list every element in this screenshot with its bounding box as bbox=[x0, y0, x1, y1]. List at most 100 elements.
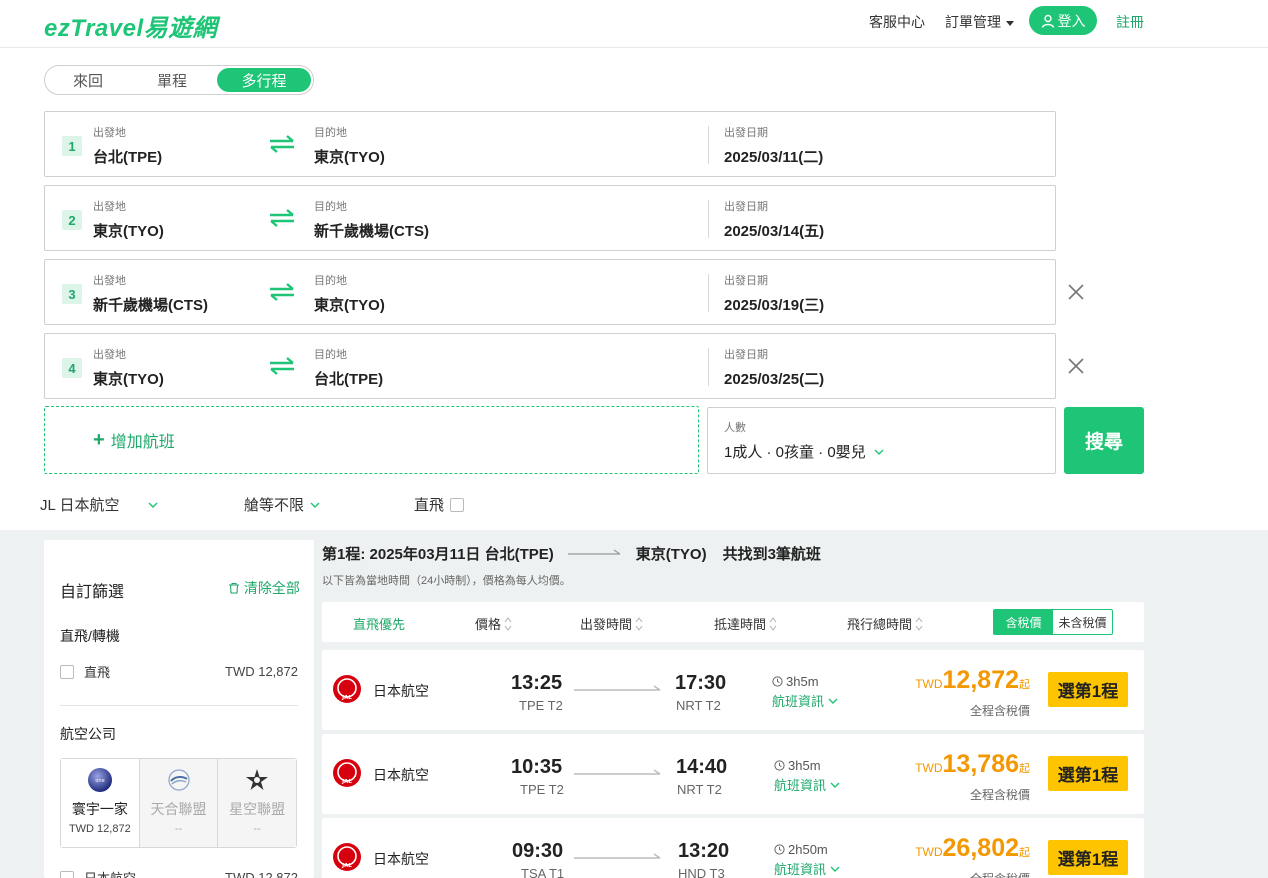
flight-info-label: 航班資訊 bbox=[774, 778, 827, 793]
duration: 2h50m bbox=[774, 842, 828, 857]
swap-icon[interactable] bbox=[269, 134, 295, 154]
swap-icon[interactable] bbox=[269, 356, 295, 376]
svg-text:JAL: JAL bbox=[341, 863, 352, 869]
flight-info-toggle[interactable]: 航班資訊 bbox=[772, 691, 838, 710]
departure-terminal: TSA T1 bbox=[521, 866, 565, 878]
order-management-menu[interactable]: 訂單管理 bbox=[945, 12, 1014, 32]
to-field[interactable]: 東京(TYO) bbox=[314, 294, 385, 315]
clear-all-button[interactable]: 清除全部 bbox=[228, 578, 300, 598]
sort-departure[interactable]: 出發時間 bbox=[580, 614, 643, 633]
flight-arrow-icon bbox=[574, 769, 661, 775]
date-field[interactable]: 2025/03/25(二) bbox=[724, 368, 824, 389]
alliance-price: -- bbox=[174, 823, 183, 835]
date-field[interactable]: 2025/03/19(三) bbox=[724, 294, 824, 315]
airline-filter-value: JL 日本航空 bbox=[40, 497, 120, 514]
flight-info-toggle[interactable]: 航班資訊 bbox=[774, 859, 840, 878]
leg-title: 第1程: 2025年03月11日 台北(TPE) 東京(TYO) 共找到3筆航班 bbox=[322, 543, 821, 564]
date-label: 出發日期 bbox=[724, 349, 768, 361]
sort-total-duration[interactable]: 飛行總時間 bbox=[847, 614, 923, 633]
tax-excluded-option[interactable]: 未含稅價 bbox=[1053, 610, 1112, 634]
select-leg-button[interactable]: 選第1程 bbox=[1048, 756, 1128, 791]
direct-checkbox[interactable] bbox=[450, 497, 465, 512]
price-note: 全程含稅價 bbox=[969, 788, 1030, 802]
tax-included-option[interactable]: 含稅價 bbox=[994, 610, 1053, 634]
direct-filter[interactable]: 直飛 bbox=[414, 494, 465, 515]
customer-service-link[interactable]: 客服中心 bbox=[869, 12, 925, 32]
alliance-skyteam[interactable]: 天合聯盟 -- bbox=[139, 759, 219, 847]
duration-value: 2h50m bbox=[788, 842, 828, 857]
duration: 3h5m bbox=[772, 674, 819, 689]
to-field[interactable]: 台北(TPE) bbox=[314, 368, 383, 389]
tab-multi-city[interactable]: 多行程 bbox=[217, 68, 311, 92]
to-field[interactable]: 新千歲機場(CTS) bbox=[314, 220, 429, 241]
tab-one-way[interactable]: 單程 bbox=[131, 68, 213, 92]
leg-title-destination: 東京(TYO) bbox=[635, 546, 707, 563]
cabin-filter-dropdown[interactable]: 艙等不限 bbox=[244, 494, 320, 515]
price-amount: 26,802 bbox=[942, 834, 1019, 862]
sort-total-label: 飛行總時間 bbox=[847, 617, 913, 632]
alliance-name: 星空聯盟 bbox=[229, 801, 286, 817]
select-leg-button[interactable]: 選第1程 bbox=[1048, 840, 1128, 875]
add-leg-button[interactable]: + 增加航班 bbox=[44, 406, 699, 474]
register-link[interactable]: 註冊 bbox=[1116, 12, 1144, 32]
remove-leg-3-close-icon[interactable] bbox=[1066, 282, 1086, 302]
duration: 3h5m bbox=[774, 758, 821, 773]
chevron-down-icon bbox=[830, 782, 840, 788]
chevron-down-icon bbox=[874, 449, 884, 455]
arrival-time: 14:40 bbox=[676, 756, 728, 778]
sort-price-label: 價格 bbox=[475, 617, 502, 632]
price-amount: 13,786 bbox=[942, 750, 1019, 778]
flight-arrow-icon bbox=[574, 685, 661, 691]
airline-filter-row[interactable]: 日本航空 TWD 12,872 bbox=[60, 868, 298, 878]
alliance-oneworld[interactable]: one 寰宇一家 TWD 12,872 bbox=[61, 759, 140, 847]
direct-filter-row[interactable]: 直飛 TWD 12,872 bbox=[60, 662, 298, 681]
from-field[interactable]: 新千歲機場(CTS) bbox=[93, 294, 208, 315]
passenger-selector[interactable]: 人數 1成人 · 0孩童 · 0嬰兒 bbox=[707, 407, 1056, 474]
flight-info-toggle[interactable]: 航班資訊 bbox=[774, 775, 840, 794]
departure-time: 09:30 bbox=[512, 840, 564, 862]
from-field[interactable]: 台北(TPE) bbox=[93, 146, 162, 167]
divider bbox=[708, 274, 709, 312]
swap-icon[interactable] bbox=[269, 282, 295, 302]
from-field[interactable]: 東京(TYO) bbox=[93, 368, 164, 389]
airline-filter-dropdown[interactable]: JL 日本航空 bbox=[40, 494, 158, 515]
chevron-down-icon bbox=[310, 502, 320, 508]
date-label: 出發日期 bbox=[724, 201, 768, 213]
currency: TWD bbox=[915, 845, 943, 859]
flight-card: JAL 日本航空 10:35 TPE T2 14:40 NRT T2 3h5m … bbox=[322, 734, 1144, 814]
sort-price[interactable]: 價格 bbox=[475, 614, 512, 633]
alliance-name: 寰宇一家 bbox=[71, 801, 128, 817]
sort-icon bbox=[915, 616, 923, 631]
from-label: 出發地 bbox=[93, 127, 126, 139]
login-button[interactable]: 登入 bbox=[1029, 6, 1097, 35]
direct-checkbox[interactable] bbox=[60, 664, 74, 679]
site-logo[interactable]: ezTravel易遊網 bbox=[44, 8, 217, 43]
arrow-right-icon bbox=[567, 549, 621, 555]
search-button[interactable]: 搜尋 bbox=[1064, 407, 1144, 474]
date-field[interactable]: 2025/03/11(二) bbox=[724, 146, 823, 167]
select-leg-button[interactable]: 選第1程 bbox=[1048, 672, 1128, 707]
site-header: ezTravel易遊網 客服中心 訂單管理 登入 註冊 bbox=[0, 0, 1268, 48]
to-field[interactable]: 東京(TYO) bbox=[314, 146, 385, 167]
tab-round-trip[interactable]: 來回 bbox=[47, 68, 129, 92]
swap-icon[interactable] bbox=[269, 208, 295, 228]
sort-arrival[interactable]: 抵達時間 bbox=[714, 614, 777, 633]
from-label: 出發地 bbox=[93, 201, 126, 213]
order-management-label: 訂單管理 bbox=[945, 14, 1001, 30]
star-alliance-logo-icon bbox=[246, 769, 269, 790]
date-label: 出發日期 bbox=[724, 127, 768, 139]
airline-checkbox[interactable] bbox=[60, 870, 74, 878]
trash-icon bbox=[229, 582, 239, 594]
section-airline: 航空公司 bbox=[60, 726, 116, 742]
chevron-down-icon bbox=[148, 502, 158, 508]
leg-row-1: 1 出發地 台北(TPE) 目的地 東京(TYO) 出發日期 2025/03/1… bbox=[44, 111, 1056, 177]
from-field[interactable]: 東京(TYO) bbox=[93, 220, 164, 241]
alliance-name: 天合聯盟 bbox=[150, 801, 207, 817]
pax-label: 人數 bbox=[724, 422, 746, 434]
sort-direct-first[interactable]: 直飛優先 bbox=[353, 614, 405, 633]
date-field[interactable]: 2025/03/14(五) bbox=[724, 220, 824, 241]
alliance-star[interactable]: 星空聯盟 -- bbox=[218, 759, 297, 847]
arrival-terminal: HND T3 bbox=[678, 866, 725, 878]
arrival-time: 13:20 bbox=[678, 840, 730, 862]
remove-leg-4-close-icon[interactable] bbox=[1066, 356, 1086, 376]
